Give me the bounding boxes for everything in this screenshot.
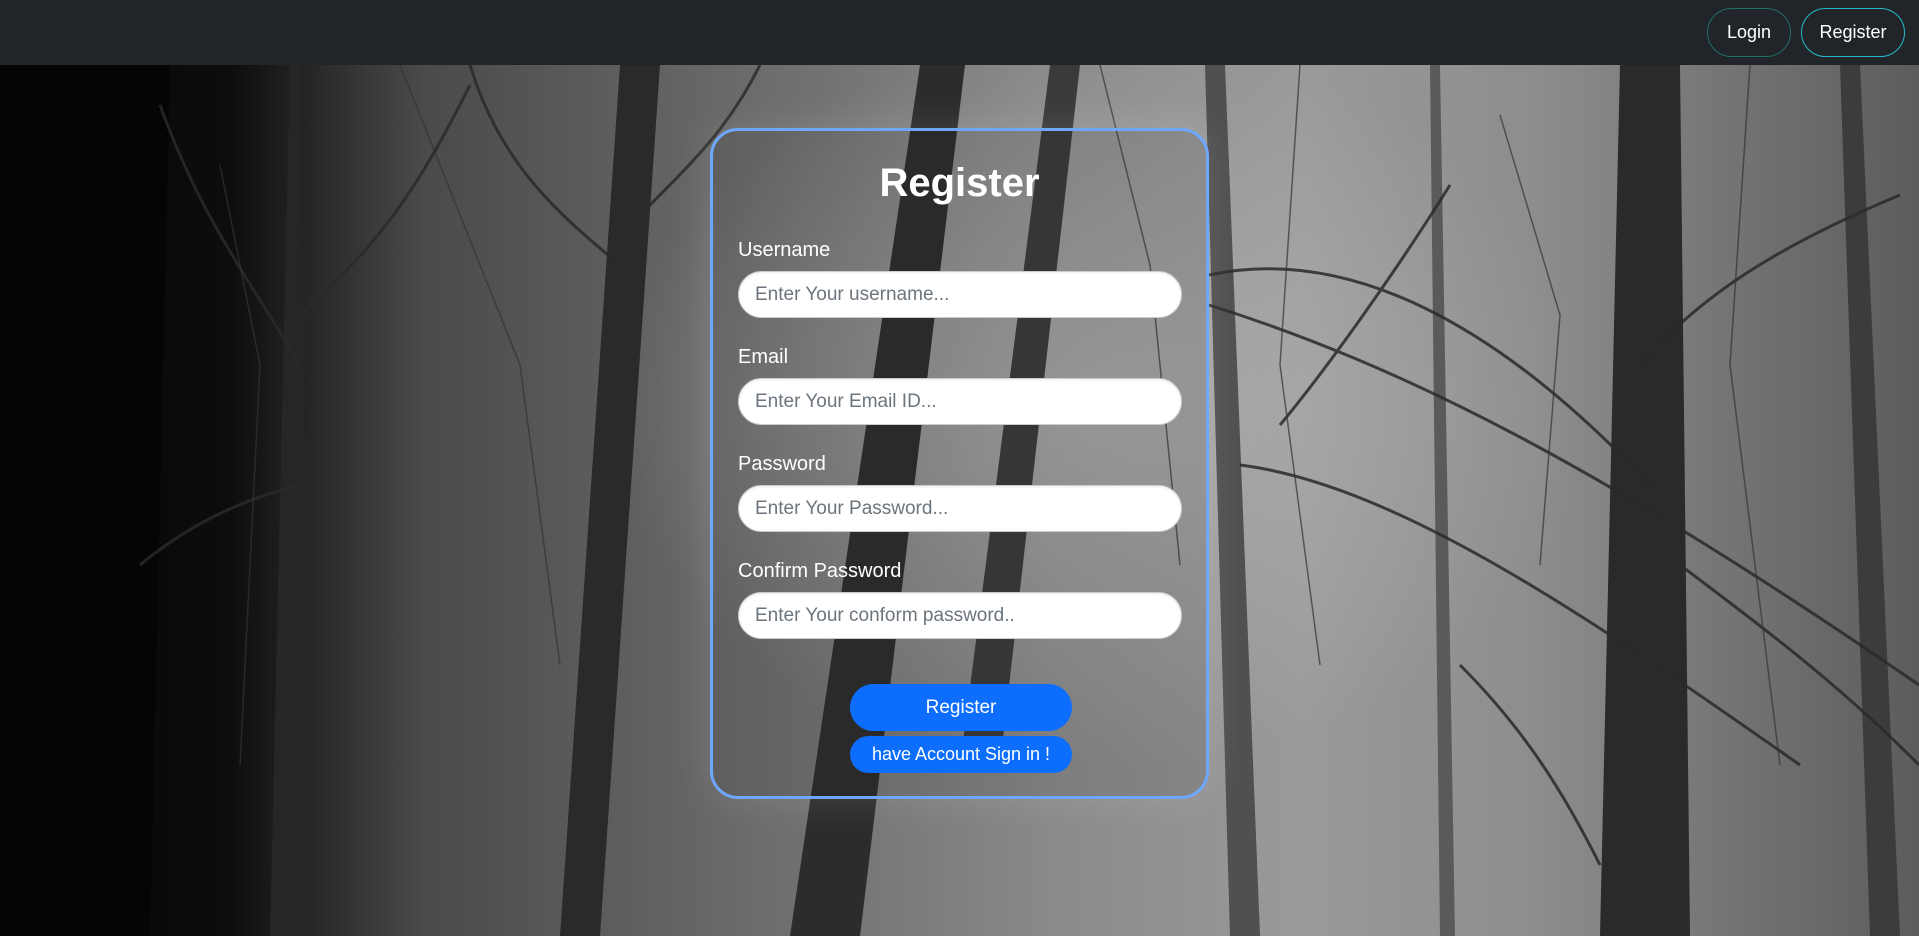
register-card: Register Username Email Password Confirm… — [710, 128, 1209, 799]
sign-in-link-button[interactable]: have Account Sign in ! — [850, 736, 1072, 773]
email-input[interactable] — [738, 378, 1182, 425]
password-label: Password — [738, 453, 826, 475]
password-input[interactable] — [738, 485, 1182, 532]
nav-login-button[interactable]: Login — [1707, 8, 1791, 57]
username-label: Username — [738, 239, 831, 261]
register-submit-button[interactable]: Register — [850, 684, 1072, 731]
confirm-password-input[interactable] — [738, 592, 1182, 639]
nav-register-button[interactable]: Register — [1801, 8, 1905, 57]
email-label: Email — [738, 346, 789, 368]
top-navbar: Login Register — [0, 0, 1919, 65]
username-input[interactable] — [738, 271, 1182, 318]
confirm-password-label: Confirm Password — [738, 560, 902, 582]
register-title: Register — [879, 161, 1040, 205]
